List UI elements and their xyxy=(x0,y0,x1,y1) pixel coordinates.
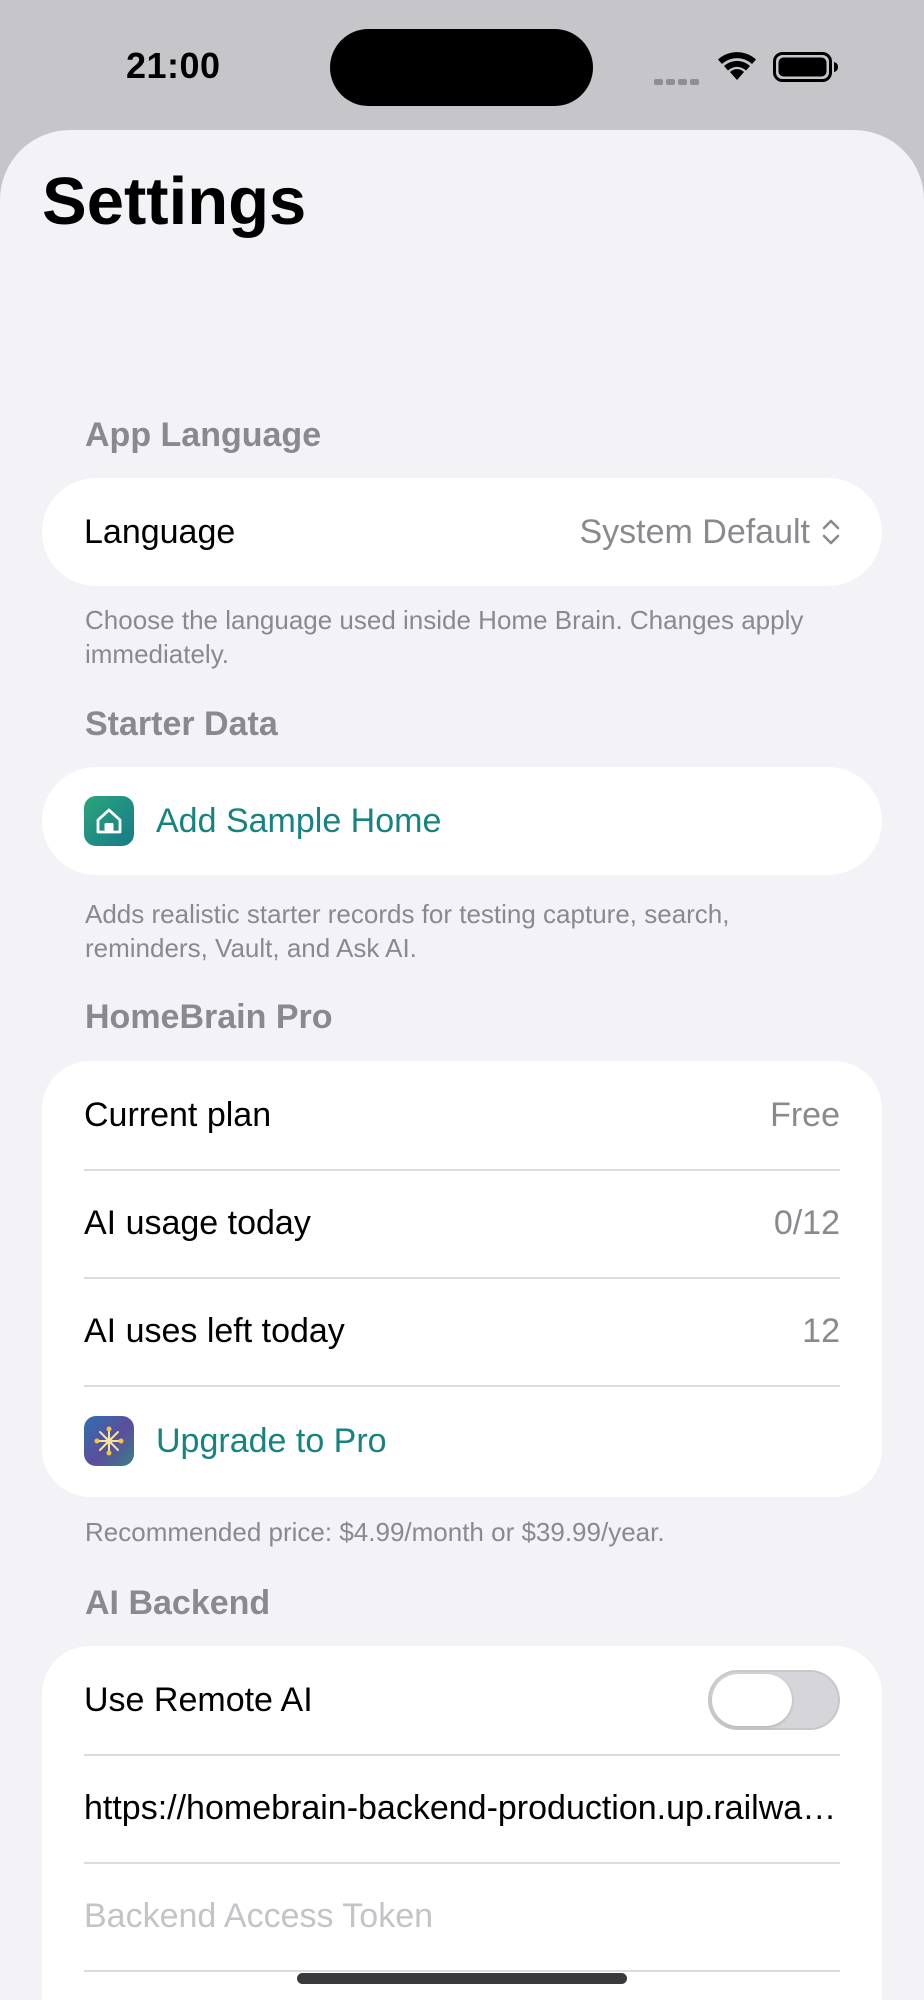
pro-card: Current plan Free AI usage today 0/12 AI… xyxy=(42,1061,882,1497)
section-header-ai-backend: AI Backend xyxy=(85,1584,271,1622)
wifi-icon xyxy=(718,52,756,80)
page-title: Settings xyxy=(42,164,307,239)
backend-url-value: https://homebrain-backend-production.up.… xyxy=(84,1788,840,1827)
house-icon xyxy=(84,796,134,846)
use-remote-ai-row: Use Remote AI xyxy=(42,1646,882,1754)
pro-footer: Recommended price: $4.99/month or $39.99… xyxy=(85,1517,665,1547)
language-value[interactable]: System Default xyxy=(579,513,810,552)
status-bar: 21:00 xyxy=(0,0,924,130)
language-label: Language xyxy=(84,512,236,551)
language-card: Language System Default xyxy=(42,478,882,586)
battery-icon xyxy=(773,52,838,82)
ai-uses-left-label: AI uses left today xyxy=(84,1311,345,1350)
ai-backend-card: Use Remote AI https://homebrain-backend-… xyxy=(42,1646,882,2000)
language-footer: Choose the language used inside Home Bra… xyxy=(85,605,804,669)
starter-data-footer: Adds realistic starter records for testi… xyxy=(85,899,730,963)
use-remote-ai-toggle[interactable] xyxy=(708,1670,840,1730)
current-plan-value: Free xyxy=(770,1095,840,1134)
dynamic-island xyxy=(330,29,593,106)
section-header-app-language: App Language xyxy=(85,416,322,454)
ai-usage-label: AI usage today xyxy=(84,1203,311,1242)
ai-usage-row: AI usage today 0/12 xyxy=(42,1169,882,1277)
toggle-knob xyxy=(712,1674,792,1726)
upgrade-to-pro-label: Upgrade to Pro xyxy=(156,1421,387,1460)
ai-uses-left-value: 12 xyxy=(802,1311,840,1350)
backend-token-placeholder: Backend Access Token xyxy=(84,1896,434,1935)
upgrade-to-pro-button[interactable]: Upgrade to Pro xyxy=(42,1385,882,1497)
use-remote-ai-label: Use Remote AI xyxy=(84,1680,313,1719)
home-indicator xyxy=(297,1973,627,1984)
add-sample-home-label: Add Sample Home xyxy=(156,801,442,840)
starter-data-card: Add Sample Home xyxy=(42,767,882,875)
ai-usage-value: 0/12 xyxy=(773,1203,840,1242)
backend-url-field[interactable]: https://homebrain-backend-production.up.… xyxy=(42,1754,882,1862)
status-time: 21:00 xyxy=(126,45,221,86)
current-plan-label: Current plan xyxy=(84,1095,272,1134)
current-plan-row: Current plan Free xyxy=(42,1061,882,1169)
ai-uses-left-row: AI uses left today 12 xyxy=(42,1277,882,1385)
chevron-up-down-icon xyxy=(822,519,840,545)
cellular-signal-icon xyxy=(654,72,702,90)
sparkle-icon xyxy=(84,1416,134,1466)
backend-token-field[interactable]: Backend Access Token xyxy=(42,1862,882,1970)
add-sample-home-button[interactable]: Add Sample Home xyxy=(42,767,882,875)
section-header-starter-data: Starter Data xyxy=(85,705,278,743)
language-picker-row[interactable]: Language System Default xyxy=(42,478,882,586)
section-header-homebrain-pro: HomeBrain Pro xyxy=(85,998,333,1036)
